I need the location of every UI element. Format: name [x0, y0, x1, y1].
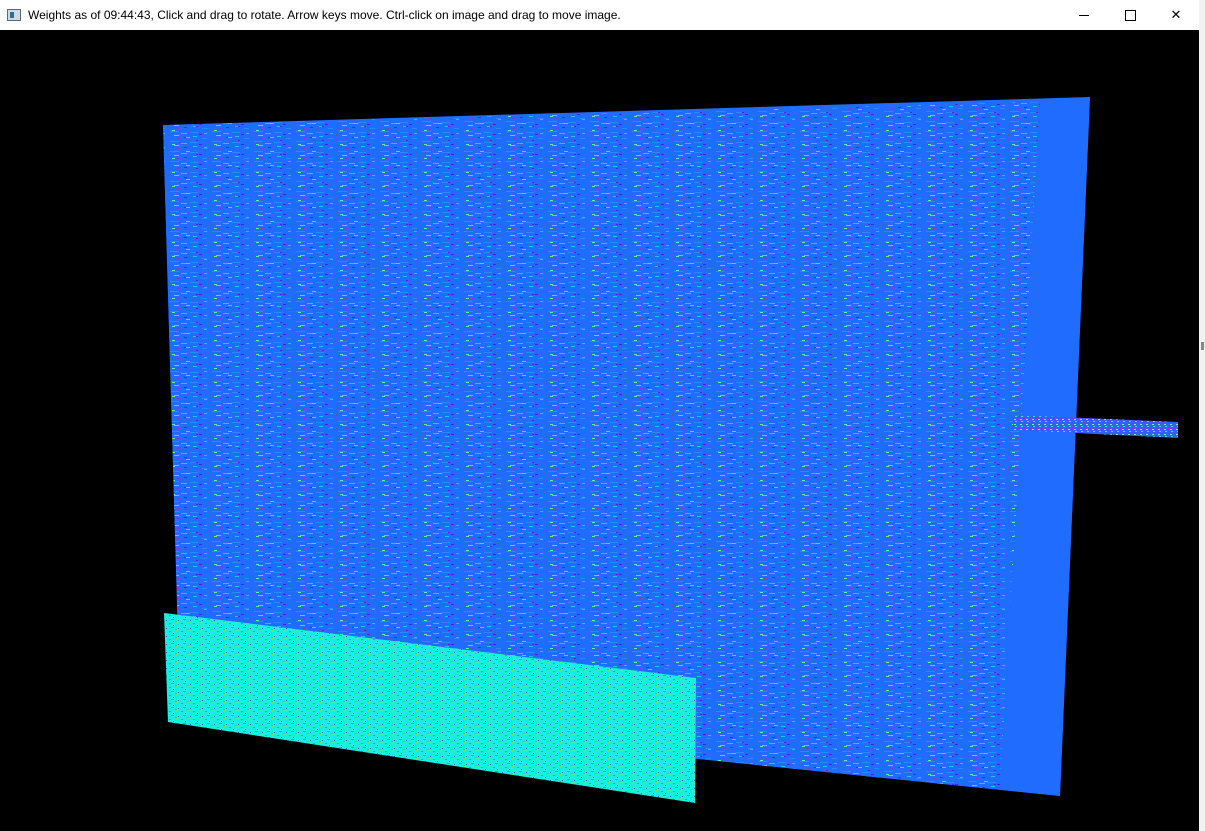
weights-scene[interactable]: [0, 30, 1199, 831]
app-window-icon: [7, 9, 21, 21]
maximize-button[interactable]: [1107, 0, 1153, 30]
resize-grip[interactable]: [1201, 342, 1204, 350]
title-bar[interactable]: Weights as of 09:44:43, Click and drag t…: [0, 0, 1199, 31]
close-icon: ✕: [1170, 7, 1182, 23]
close-button[interactable]: ✕: [1153, 0, 1199, 30]
window-controls: ✕: [1061, 0, 1199, 30]
minimize-button[interactable]: [1061, 0, 1107, 30]
minimize-icon: [1079, 14, 1089, 16]
window-border-right: [1199, 0, 1205, 831]
window-title: Weights as of 09:44:43, Click and drag t…: [28, 8, 621, 22]
maximize-icon: [1124, 9, 1136, 21]
3d-viewport[interactable]: [0, 30, 1199, 831]
